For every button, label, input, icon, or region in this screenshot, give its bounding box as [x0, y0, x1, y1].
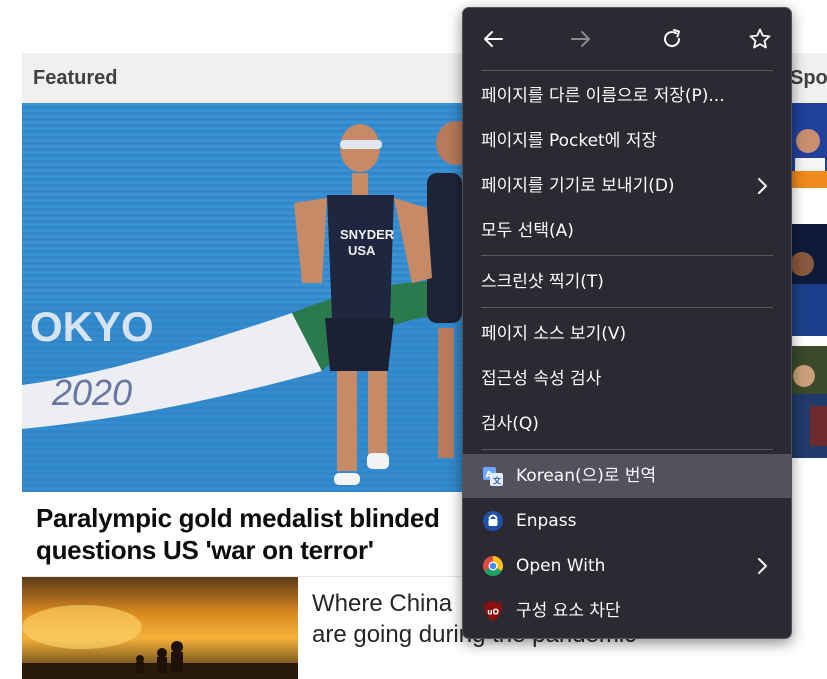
enpass-icon	[483, 511, 503, 531]
arrow-left-icon	[484, 31, 503, 47]
menu-separator	[481, 307, 773, 308]
menu-separator	[481, 70, 773, 71]
menu-item-block-element[interactable]: uO 구성 요소 차단	[463, 589, 791, 633]
reload-button[interactable]	[654, 22, 690, 56]
menu-item-label: Open With	[516, 556, 606, 576]
star-icon	[749, 28, 771, 49]
menu-separator	[481, 255, 773, 256]
spotlight-image-1[interactable]	[790, 103, 827, 188]
menu-item-label: Enpass	[516, 511, 577, 531]
context-menu: 페이지를 다른 이름으로 저장(P)... 페이지를 Pocket에 저장 페이…	[462, 7, 792, 639]
menu-item-inspect[interactable]: 검사(Q)	[463, 402, 791, 446]
svg-text:uO: uO	[487, 608, 499, 617]
chrome-icon	[483, 556, 503, 576]
hero-banner-text: OKYO	[30, 303, 154, 350]
story-thumbnail[interactable]	[22, 577, 298, 679]
spotlight-label: Spotlight	[790, 67, 827, 89]
menu-item-label: 스크린샷 찍기(T)	[481, 272, 604, 292]
spotlight-image-2[interactable]	[790, 224, 827, 336]
menu-item-save-page-as[interactable]: 페이지를 다른 이름으로 저장(P)...	[463, 74, 791, 118]
ublock-icon: uO	[484, 601, 502, 621]
menu-item-label: 페이지를 Pocket에 저장	[481, 131, 658, 151]
spotlight-image-3[interactable]	[790, 346, 827, 458]
menu-item-view-source[interactable]: 페이지 소스 보기(V)	[463, 312, 791, 356]
reload-icon	[664, 29, 681, 48]
menu-item-label: 구성 요소 차단	[516, 601, 621, 621]
chevron-right-icon	[758, 178, 767, 194]
menu-item-label: 모두 선택(A)	[481, 221, 574, 241]
hero-image[interactable]: OKYO 2020 SNYDER USA	[22, 103, 462, 492]
menu-item-save-to-pocket[interactable]: 페이지를 Pocket에 저장	[463, 119, 791, 163]
menu-item-label: Korean(으)로 번역	[516, 466, 657, 486]
headline-card[interactable]: Paralympic gold medalist blinded questio…	[22, 492, 462, 577]
menu-item-label: 검사(Q)	[481, 414, 539, 434]
bookmark-button[interactable]	[742, 22, 778, 56]
featured-section-header: Featured	[22, 53, 512, 103]
svg-text:文: 文	[493, 476, 502, 486]
hero-bib-name: SNYDER	[340, 227, 395, 242]
featured-label: Featured	[33, 67, 118, 89]
hero-bib-country: USA	[348, 243, 376, 258]
menu-item-send-to-device[interactable]: 페이지를 기기로 보내기(D)	[463, 164, 791, 208]
menu-separator	[481, 449, 773, 450]
menu-item-label: 페이지를 다른 이름으로 저장(P)...	[481, 86, 725, 106]
forward-button[interactable]	[563, 22, 599, 56]
menu-item-label: 접근성 속성 검사	[481, 369, 602, 389]
arrow-right-icon	[571, 31, 590, 47]
menu-item-translate[interactable]: A 文 Korean(으)로 번역	[463, 454, 791, 498]
menu-item-inspect-accessibility[interactable]: 접근성 속성 검사	[463, 357, 791, 401]
menu-item-open-with[interactable]: Open With	[463, 544, 791, 588]
spotlight-section-header: Spotlight	[790, 53, 827, 103]
back-button[interactable]	[475, 22, 511, 56]
svg-text:A: A	[486, 471, 493, 481]
chevron-right-icon	[758, 558, 767, 574]
menu-item-label: 페이지를 기기로 보내기(D)	[481, 176, 675, 196]
translate-icon: A 文	[483, 467, 503, 486]
menu-item-enpass[interactable]: Enpass	[463, 499, 791, 543]
menu-item-label: 페이지 소스 보기(V)	[481, 324, 627, 344]
menu-item-select-all[interactable]: 모두 선택(A)	[463, 209, 791, 253]
context-menu-navigation	[463, 8, 791, 70]
menu-item-take-screenshot[interactable]: 스크린샷 찍기(T)	[463, 260, 791, 304]
hero-banner-year: 2020	[51, 372, 132, 413]
